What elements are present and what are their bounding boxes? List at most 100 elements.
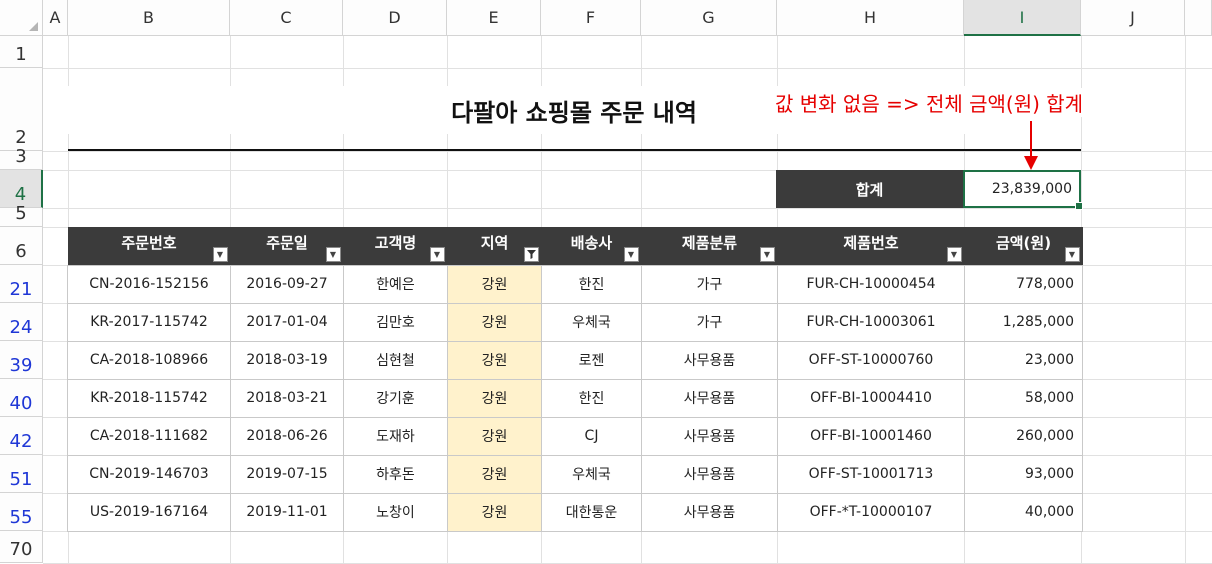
table-cell[interactable]: 강원 [447, 340, 542, 380]
table-cell[interactable]: 93,000 [964, 454, 1083, 494]
table-cell[interactable]: CN-2016-152156 [67, 264, 231, 304]
table-cell[interactable]: 강원 [447, 302, 542, 342]
table-cell[interactable]: 2019-11-01 [230, 492, 344, 532]
column-header-a[interactable]: A [43, 0, 68, 36]
table-cell[interactable]: OFF-BI-10001460 [777, 416, 965, 456]
column-header-e[interactable]: E [447, 0, 541, 36]
table-cell[interactable]: CA-2018-108966 [67, 340, 231, 380]
table-cell[interactable]: 한진 [541, 264, 642, 304]
table-cell[interactable]: 로젠 [541, 340, 642, 380]
row-header-21[interactable]: 21 [0, 265, 43, 303]
table-cell[interactable]: 2017-01-04 [230, 302, 344, 342]
table-cell[interactable]: CJ [541, 416, 642, 456]
row-header-51[interactable]: 51 [0, 455, 43, 493]
column-header-cell[interactable]: 지역 [447, 227, 542, 265]
row-header-3[interactable]: 3 [0, 146, 43, 170]
table-cell[interactable]: 한예은 [343, 264, 448, 304]
row-header-70[interactable]: 70 [0, 531, 43, 563]
table-cell[interactable]: 사무용품 [641, 416, 778, 456]
table-cell[interactable]: 강원 [447, 378, 542, 418]
row-header-55[interactable]: 55 [0, 493, 43, 531]
table-cell[interactable]: 우체국 [541, 454, 642, 494]
table-cell[interactable]: 2018-06-26 [230, 416, 344, 456]
column-header-i[interactable]: I [964, 0, 1081, 36]
dropdown-arrow-icon[interactable]: ▼ [325, 246, 341, 262]
table-cell[interactable]: 2016-09-27 [230, 264, 344, 304]
column-header-g[interactable]: G [641, 0, 777, 36]
summary-value-cell[interactable]: 23,839,000 [963, 170, 1083, 210]
table-cell[interactable]: 사무용품 [641, 340, 778, 380]
column-header-c[interactable]: C [230, 0, 343, 36]
table-cell[interactable]: 40,000 [964, 492, 1083, 532]
table-cell[interactable]: 강원 [447, 264, 542, 304]
table-cell[interactable]: 23,000 [964, 340, 1083, 380]
row-header-6[interactable]: 6 [0, 227, 43, 265]
row-header-42[interactable]: 42 [0, 417, 43, 455]
column-header-b[interactable]: B [68, 0, 230, 36]
table-cell[interactable]: 강원 [447, 454, 542, 494]
column-header-f[interactable]: F [541, 0, 641, 36]
filter-funnel-icon[interactable] [523, 246, 539, 262]
table-cell[interactable]: 2018-03-21 [230, 378, 344, 418]
table-cell[interactable]: 심현철 [343, 340, 448, 380]
dropdown-arrow-icon[interactable]: ▼ [623, 246, 639, 262]
table-cell[interactable]: CA-2018-111682 [67, 416, 231, 456]
table-cell[interactable]: 강기훈 [343, 378, 448, 418]
table-cell[interactable]: 한진 [541, 378, 642, 418]
row-header-2[interactable]: 2 [0, 68, 43, 151]
summary-label-cell[interactable]: 합계 [776, 170, 963, 208]
column-header-cell[interactable]: 고객명 ▼ [343, 227, 448, 265]
dropdown-arrow-icon[interactable]: ▼ [1064, 246, 1080, 262]
table-cell[interactable]: 사무용품 [641, 454, 778, 494]
table-cell[interactable]: FUR-CH-10003061 [777, 302, 965, 342]
table-cell[interactable]: OFF-*T-10000107 [777, 492, 965, 532]
table-cell[interactable]: KR-2018-115742 [67, 378, 231, 418]
column-header-cell[interactable]: 금액(원) ▼ [964, 227, 1083, 265]
row-header-5[interactable]: 5 [0, 203, 43, 227]
column-header-cell[interactable]: 제품분류 ▼ [641, 227, 778, 265]
column-header-cell[interactable]: 주문번호 ▼ [67, 227, 231, 265]
table-cell[interactable]: 강원 [447, 492, 542, 532]
row-header-40[interactable]: 40 [0, 379, 43, 417]
table-cell[interactable]: 사무용품 [641, 492, 778, 532]
table-cell[interactable]: 260,000 [964, 416, 1083, 456]
table-cell[interactable]: 가구 [641, 264, 778, 304]
column-header-d[interactable]: D [343, 0, 447, 36]
table-cell[interactable]: 강원 [447, 416, 542, 456]
table-cell[interactable]: 가구 [641, 302, 778, 342]
column-header-h[interactable]: H [777, 0, 964, 36]
column-header-cell[interactable]: 주문일 ▼ [230, 227, 344, 265]
dropdown-arrow-icon[interactable]: ▼ [946, 246, 962, 262]
table-cell[interactable]: 2018-03-19 [230, 340, 344, 380]
table-cell[interactable]: OFF-BI-10004410 [777, 378, 965, 418]
row-header-39[interactable]: 39 [0, 341, 43, 379]
row-header-24[interactable]: 24 [0, 303, 43, 341]
select-all-corner[interactable] [0, 0, 43, 36]
table-cell[interactable]: US-2019-167164 [67, 492, 231, 532]
table-cell[interactable]: 대한통운 [541, 492, 642, 532]
dropdown-arrow-icon[interactable]: ▼ [759, 246, 775, 262]
table-row: CA-2018-111682 2018-06-26 도재하 강원 CJ 사무용품 OFF-B… [67, 416, 1083, 456]
row-header-1[interactable]: 1 [0, 36, 43, 68]
column-header-next[interactable] [1185, 0, 1212, 36]
column-header-cell[interactable]: 배송사 ▼ [541, 227, 642, 265]
table-cell[interactable]: FUR-CH-10000454 [777, 264, 965, 304]
column-header-j[interactable]: J [1081, 0, 1185, 36]
dropdown-arrow-icon[interactable]: ▼ [429, 246, 445, 262]
table-cell[interactable]: 778,000 [964, 264, 1083, 304]
table-cell[interactable]: 하후돈 [343, 454, 448, 494]
dropdown-arrow-icon[interactable]: ▼ [212, 246, 228, 262]
table-cell[interactable]: OFF-ST-10000760 [777, 340, 965, 380]
table-cell[interactable]: 58,000 [964, 378, 1083, 418]
table-cell[interactable]: KR-2017-115742 [67, 302, 231, 342]
table-cell[interactable]: 사무용품 [641, 378, 778, 418]
table-cell[interactable]: CN-2019-146703 [67, 454, 231, 494]
table-cell[interactable]: OFF-ST-10001713 [777, 454, 965, 494]
table-cell[interactable]: 노창이 [343, 492, 448, 532]
table-cell[interactable]: 2019-07-15 [230, 454, 344, 494]
table-cell[interactable]: 우체국 [541, 302, 642, 342]
table-cell[interactable]: 1,285,000 [964, 302, 1083, 342]
table-cell[interactable]: 도재하 [343, 416, 448, 456]
table-cell[interactable]: 김만호 [343, 302, 448, 342]
column-header-cell[interactable]: 제품번호 ▼ [777, 227, 965, 265]
